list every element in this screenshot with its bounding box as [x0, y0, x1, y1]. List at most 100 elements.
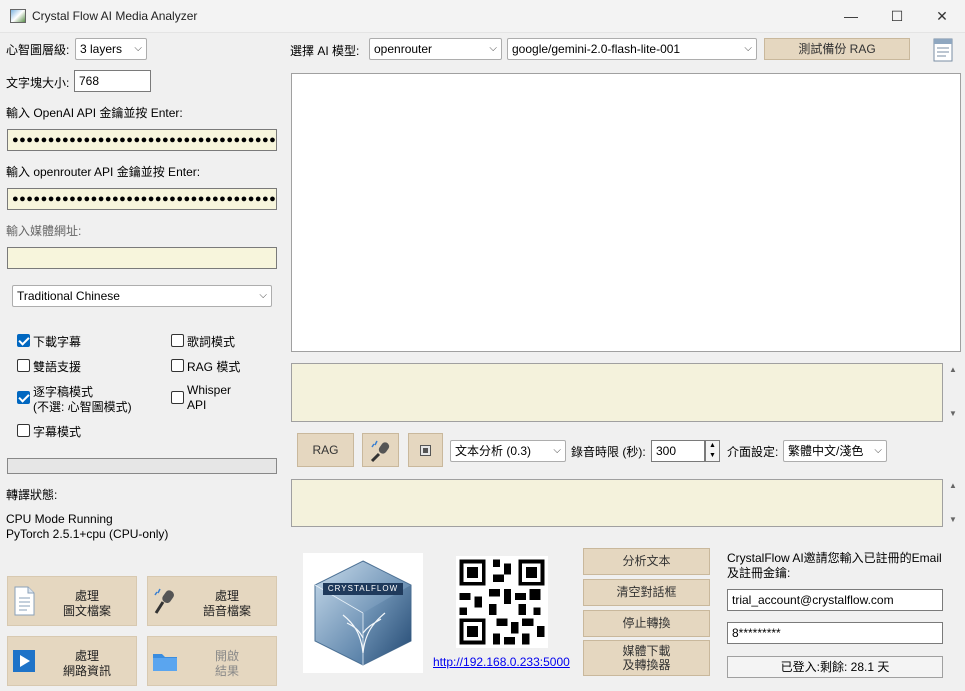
microphone-icon — [154, 588, 174, 614]
secondary-textarea[interactable] — [291, 479, 943, 527]
ui-setting-select[interactable]: 繁體中文/淺色 ⌵ — [783, 440, 887, 462]
download-subtitles-checkbox[interactable] — [17, 334, 30, 347]
media-downloader-line2: 及轉換器 — [622, 658, 671, 672]
chevron-down-icon: ⌵ — [489, 43, 497, 54]
license-key-input[interactable]: 8********* — [727, 622, 943, 644]
chat-input-textarea[interactable] — [291, 363, 943, 422]
stop-icon — [420, 445, 431, 456]
play-icon — [13, 650, 35, 672]
whisper-api-label: Whisper — [187, 383, 232, 397]
scroll-up-icon[interactable]: ▲ — [949, 365, 957, 374]
left-panel: 心智圖層級: 3 layers ⌵ 文字塊大小: 768 輸入 OpenAI A… — [0, 33, 284, 691]
openrouter-key-input[interactable]: ●●●●●●●●●●●●●●●●●●●●●●●●●●●●●●●●●●●●●●●●… — [7, 188, 277, 210]
status-line-cpu: CPU Mode Running — [6, 512, 113, 526]
server-link[interactable]: http://192.168.0.233:5000 — [433, 655, 570, 669]
openai-key-label: 輸入 OpenAI API 金鑰並按 Enter: — [6, 106, 183, 120]
openrouter-key-label: 輸入 openrouter API 金鑰並按 Enter: — [6, 165, 201, 179]
ui-setting-value: 繁體中文/淺色 — [788, 444, 864, 458]
whisper-api-sublabel: API — [187, 398, 207, 412]
media-url-label: 輸入媒體網址: — [6, 224, 82, 238]
media-downloader-line1: 媒體下載 — [622, 644, 671, 658]
tile-line2: 圖文檔案 — [62, 604, 111, 618]
process-document-button[interactable]: 處理 圖文檔案 — [7, 576, 137, 626]
chunk-size-label: 文字塊大小: — [6, 76, 70, 90]
stepper-up-icon[interactable]: ▲ — [706, 441, 719, 451]
logo-text: CRYSTALFLOW — [323, 583, 403, 595]
bilingual-checkbox[interactable] — [17, 359, 30, 372]
bilingual-label: 雙語支援 — [33, 360, 82, 374]
minimize-button[interactable]: — — [828, 0, 874, 33]
status-line-pytorch: PyTorch 2.5.1+cpu (CPU-only) — [6, 527, 169, 541]
provider-select[interactable]: openrouter ⌵ — [369, 38, 502, 60]
app-icon — [10, 9, 26, 23]
email-input[interactable]: trial_account@crystalflow.com — [727, 589, 943, 611]
model-value: google/gemini-2.0-flash-lite-001 — [512, 42, 681, 56]
rag-button[interactable]: RAG — [297, 433, 354, 467]
chunk-size-input[interactable]: 768 — [74, 70, 151, 92]
scroll-up-icon[interactable]: ▲ — [949, 481, 957, 490]
rag-mode-checkbox[interactable] — [171, 359, 184, 372]
clear-chat-button[interactable]: 清空對話框 — [583, 579, 710, 606]
chevron-down-icon: ⌵ — [874, 445, 882, 456]
stop-convert-button[interactable]: 停止轉換 — [583, 610, 710, 637]
test-backup-rag-button[interactable]: 測試備份 RAG — [764, 38, 910, 60]
transcribe-status-label: 轉譯狀態: — [6, 488, 58, 502]
process-web-button[interactable]: 處理 網路資訊 — [7, 636, 137, 686]
subtitle-mode-checkbox[interactable] — [17, 424, 30, 437]
tile-line1: 處理 — [74, 589, 99, 603]
whisper-api-checkbox[interactable] — [171, 391, 184, 404]
login-prompt-line2: 及註冊金鑰: — [727, 566, 791, 580]
mindmap-level-value: 3 layers — [80, 42, 123, 56]
rag-mode-label: RAG 模式 — [187, 360, 241, 374]
record-limit-input[interactable]: 300 — [651, 440, 705, 462]
model-label: 選擇 AI 模型: — [290, 44, 360, 58]
lyrics-mode-checkbox[interactable] — [171, 334, 184, 347]
open-results-button[interactable]: 開啟 結果 — [147, 636, 277, 686]
model-select[interactable]: google/gemini-2.0-flash-lite-001 ⌵ — [507, 38, 757, 60]
mindmap-level-label: 心智圖層級: — [6, 43, 70, 57]
progress-bar — [7, 458, 277, 474]
mindmap-level-select[interactable]: 3 layers ⌵ — [75, 38, 147, 60]
subtitle-mode-label: 字幕模式 — [33, 425, 82, 439]
chevron-down-icon: ⌵ — [744, 43, 752, 54]
crystalflow-logo: CRYSTALFLOW — [303, 553, 423, 673]
chevron-down-icon: ⌵ — [553, 445, 561, 456]
transcript-mode-checkbox[interactable] — [17, 391, 30, 404]
tile-line2: 語音檔案 — [202, 604, 251, 618]
window-title: Crystal Flow AI Media Analyzer — [32, 9, 198, 23]
media-url-input[interactable] — [7, 247, 277, 269]
record-button[interactable] — [362, 433, 399, 467]
ui-setting-label: 介面設定: — [727, 445, 779, 459]
notes-icon[interactable] — [932, 38, 954, 62]
qr-code-icon — [459, 559, 545, 645]
chevron-down-icon: ⌵ — [259, 290, 267, 301]
scroll-down-icon[interactable]: ▼ — [949, 515, 957, 524]
folder-icon — [153, 654, 177, 671]
right-panel: 選擇 AI 模型: openrouter ⌵ google/gemini-2.0… — [284, 33, 965, 691]
media-downloader-button[interactable]: 媒體下載 及轉換器 — [583, 640, 710, 676]
process-audio-button[interactable]: 處理 語音檔案 — [147, 576, 277, 626]
provider-value: openrouter — [374, 42, 433, 56]
scroll-down-icon[interactable]: ▼ — [949, 409, 957, 418]
document-icon — [14, 586, 35, 616]
tile-line1: 開啟 — [214, 649, 239, 663]
tile-line1: 處理 — [74, 649, 99, 663]
transcript-mode-sublabel: (不選: 心智圖模式) — [33, 400, 132, 414]
analyze-text-button[interactable]: 分析文本 — [583, 548, 710, 575]
stepper-down-icon[interactable]: ▼ — [706, 451, 719, 461]
analysis-mode-select[interactable]: 文本分析 (0.3) ⌵ — [450, 440, 566, 462]
download-subtitles-label: 下載字幕 — [33, 335, 82, 349]
language-select[interactable]: Traditional Chinese ⌵ — [12, 285, 272, 307]
chevron-down-icon: ⌵ — [134, 43, 142, 54]
qr-code — [456, 556, 548, 648]
login-status-badge: 已登入:剩餘: 28.1 天 — [727, 656, 943, 678]
openai-key-input[interactable]: ●●●●●●●●●●●●●●●●●●●●●●●●●●●●●●●●●●●●●●●●… — [7, 129, 277, 151]
title-bar: Crystal Flow AI Media Analyzer — ☐ ✕ — [0, 0, 965, 33]
close-button[interactable]: ✕ — [919, 0, 965, 33]
record-limit-stepper[interactable]: ▲ ▼ — [705, 440, 720, 462]
analysis-mode-value: 文本分析 (0.3) — [455, 444, 532, 458]
maximize-button[interactable]: ☐ — [874, 0, 920, 33]
record-limit-label: 錄音時限 (秒): — [571, 445, 646, 459]
stop-record-button[interactable] — [408, 433, 443, 467]
output-textarea[interactable] — [291, 73, 961, 352]
